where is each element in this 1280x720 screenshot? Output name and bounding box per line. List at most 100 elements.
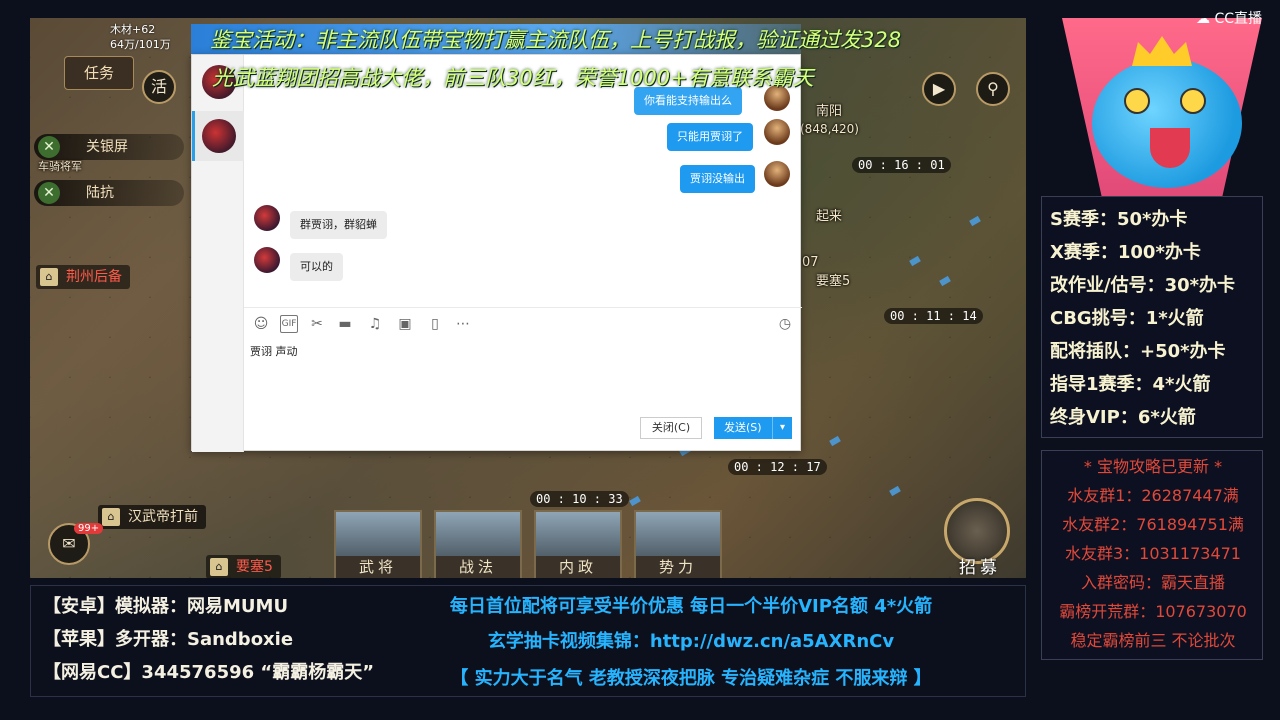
close-icon[interactable]: ✕ xyxy=(38,136,60,158)
contact-avatar[interactable] xyxy=(202,119,236,153)
mascot-mouth xyxy=(1150,128,1190,168)
price-item: CBG挑号：1*火箭 xyxy=(1050,308,1204,329)
image-icon[interactable]: ▣ xyxy=(396,315,414,333)
promo-line: 玄学抽卡视频集锦：http://dwz.cn/a5AXRnCv xyxy=(487,631,895,652)
price-item: X赛季：100*办卡 xyxy=(1050,242,1201,263)
gif-icon[interactable]: GIF xyxy=(280,315,298,333)
play-icon[interactable]: ▶ xyxy=(922,72,956,106)
price-item: 指导1赛季：4*火箭 xyxy=(1050,374,1211,395)
city-icon: ⌂ xyxy=(40,268,58,286)
march-timer: 00 : 16 : 01 xyxy=(852,157,951,173)
divider xyxy=(244,307,802,308)
mascot-eye xyxy=(1180,88,1206,114)
avatar xyxy=(254,205,280,231)
location-fortress[interactable]: 要塞5 xyxy=(816,270,850,289)
info-line: 【安卓】模拟器：网易MUMU xyxy=(43,596,289,617)
tab-faction[interactable]: 势力 xyxy=(634,510,722,578)
march-timer: 00 : 11 : 14 xyxy=(884,308,983,324)
location-nanyang[interactable]: 南阳 xyxy=(816,100,842,119)
activity-button[interactable]: 活 xyxy=(142,70,176,104)
city-icon: ⌂ xyxy=(102,508,120,526)
resource-readout: 木材+62 64万/101万 xyxy=(110,22,171,52)
price-list: S赛季：50*办卡 X赛季：100*办卡 改作业/估号：30*办卡 CBG挑号：… xyxy=(1041,196,1263,438)
close-icon[interactable]: ✕ xyxy=(38,182,60,204)
mascot-body xyxy=(1092,58,1242,188)
task-button[interactable]: 任务 xyxy=(64,56,134,90)
hero-slot-1[interactable]: ✕ 关银屏 xyxy=(34,134,184,160)
screenshot-icon[interactable]: ▯ xyxy=(426,315,444,333)
contact-list[interactable] xyxy=(192,55,244,452)
marquee-text: 光武蓝翔团招高战大佬，前三队30红，荣誉1000+有意联系霸天 xyxy=(212,66,814,90)
group-item: 入群密码：霸天直播 xyxy=(1080,573,1225,592)
tab-tactics[interactable]: 战法 xyxy=(434,510,522,578)
nanyang-coords: (848,420) xyxy=(800,122,859,136)
location-label: 荆州后备 xyxy=(66,269,122,285)
info-line: 【苹果】多开器：Sandboxie xyxy=(43,629,294,650)
promo-line: 【 实力大于名气 老教授深夜把脉 专治疑难杂症 不服来辩 】 xyxy=(450,668,932,689)
promo-line: 每日首位配将可享受半价优惠 每日一个半价VIP名额 4*火箭 xyxy=(449,596,933,617)
emperor-banner[interactable]: ⌂ 汉武帝打前 xyxy=(98,505,206,529)
price-item: 配将插队：+50*办卡 xyxy=(1050,341,1226,362)
group-item: * 宝物攻略已更新 * xyxy=(1083,457,1223,476)
chat-window[interactable]: 你看能支持输出么 只能用贾诩了 贾诩没输出 群贾诩，群貂蝉 可以的 ☺ GIF … xyxy=(191,54,802,452)
march-timer: 00 : 12 : 17 xyxy=(728,459,827,475)
tab-image xyxy=(336,512,420,556)
tab-image xyxy=(436,512,520,556)
avatar xyxy=(764,119,790,145)
message-bubble-them: 群贾诩，群貂蝉 xyxy=(290,211,387,239)
hero-name: 关银屏 xyxy=(86,139,128,155)
emoji-icon[interactable]: ☺ xyxy=(252,315,270,333)
logo-text: CC直播 xyxy=(1214,11,1263,27)
hero-name: 陆抗 xyxy=(86,185,114,201)
message-input[interactable]: 贾诩 声动 xyxy=(250,343,298,359)
group-item: 水友群1：26287447满 xyxy=(1067,486,1239,505)
group-item: 稳定霸榜前三 不论批次 xyxy=(1070,631,1236,650)
price-item: S赛季：50*办卡 xyxy=(1050,209,1188,230)
group-item: 水友群2：761894751满 xyxy=(1062,515,1244,534)
march-timer: 00 : 10 : 33 xyxy=(530,491,629,507)
tab-label: 战法 xyxy=(436,556,520,578)
send-label: 发送(S) xyxy=(724,421,762,434)
tab-internal[interactable]: 内政 xyxy=(534,510,622,578)
close-button[interactable]: 关闭(C) xyxy=(640,417,702,439)
scissors-icon[interactable]: ✂ xyxy=(308,315,326,333)
map-pin-icon[interactable]: ⚲ xyxy=(976,72,1010,106)
folder-icon[interactable]: ▬ xyxy=(336,315,354,333)
stream-frame: 木材+62 64万/101万 任务 活 ✕ 关银屏 车骑将军 ✕ 陆抗 ⌂ 荆州… xyxy=(0,0,1280,720)
info-panel: 【安卓】模拟器：网易MUMU 【苹果】多开器：Sandboxie 【网易CC】3… xyxy=(30,585,1026,697)
location-fortress-bottom[interactable]: ⌂ 要塞5 xyxy=(206,555,281,578)
wood-resource: 木材+62 xyxy=(110,23,156,36)
chevron-down-icon[interactable]: ▾ xyxy=(772,417,792,439)
mascot-eye xyxy=(1124,88,1150,114)
recruit-button[interactable]: 招募 xyxy=(932,498,1022,578)
message-bubble-me: 贾诩没输出 xyxy=(680,165,755,193)
marquee-text: 鉴宝活动：非主流队伍带宝物打赢主流队伍，上号打战报，验证通过发328 xyxy=(210,28,902,52)
hero-title: 车骑将军 xyxy=(38,160,82,173)
price-item: 终身VIP：6*火箭 xyxy=(1050,407,1196,428)
message-area: 你看能支持输出么 只能用贾诩了 贾诩没输出 群贾诩，群貂蝉 可以的 xyxy=(244,55,802,307)
hero-slot-2[interactable]: ✕ 陆抗 xyxy=(34,180,184,206)
more-icon[interactable]: ⋯ xyxy=(454,315,472,333)
send-button[interactable]: 发送(S) ▾ xyxy=(714,417,792,439)
history-icon[interactable]: ◷ xyxy=(776,315,794,333)
location-label: 要塞5 xyxy=(236,559,273,575)
banner-label: 汉武帝打前 xyxy=(128,509,198,525)
avatar xyxy=(764,161,790,187)
avatar xyxy=(254,247,280,273)
music-icon[interactable]: ♫ xyxy=(366,315,384,333)
storage-resource: 64万/101万 xyxy=(110,38,171,51)
cc-logo-icon: ☁ xyxy=(1196,11,1210,27)
cc-logo: ☁ CC直播 xyxy=(1196,8,1262,28)
tab-label: 势力 xyxy=(636,556,720,578)
city-icon: ⌂ xyxy=(210,558,228,576)
group-item: 水友群3：1031173471 xyxy=(1065,544,1241,563)
tab-label: 内政 xyxy=(536,556,620,578)
tab-generals[interactable]: 武将 xyxy=(334,510,422,578)
message-bubble-them: 可以的 xyxy=(290,253,343,281)
message-bubble-me: 只能用贾诩了 xyxy=(667,123,753,151)
group-info: * 宝物攻略已更新 * 水友群1：26287447满 水友群2：76189475… xyxy=(1041,450,1263,660)
location-qilai[interactable]: 起来 xyxy=(816,205,842,224)
tab-image xyxy=(636,512,720,556)
map-value: 07 xyxy=(802,255,819,270)
location-jingzhou[interactable]: ⌂ 荆州后备 xyxy=(36,265,130,289)
